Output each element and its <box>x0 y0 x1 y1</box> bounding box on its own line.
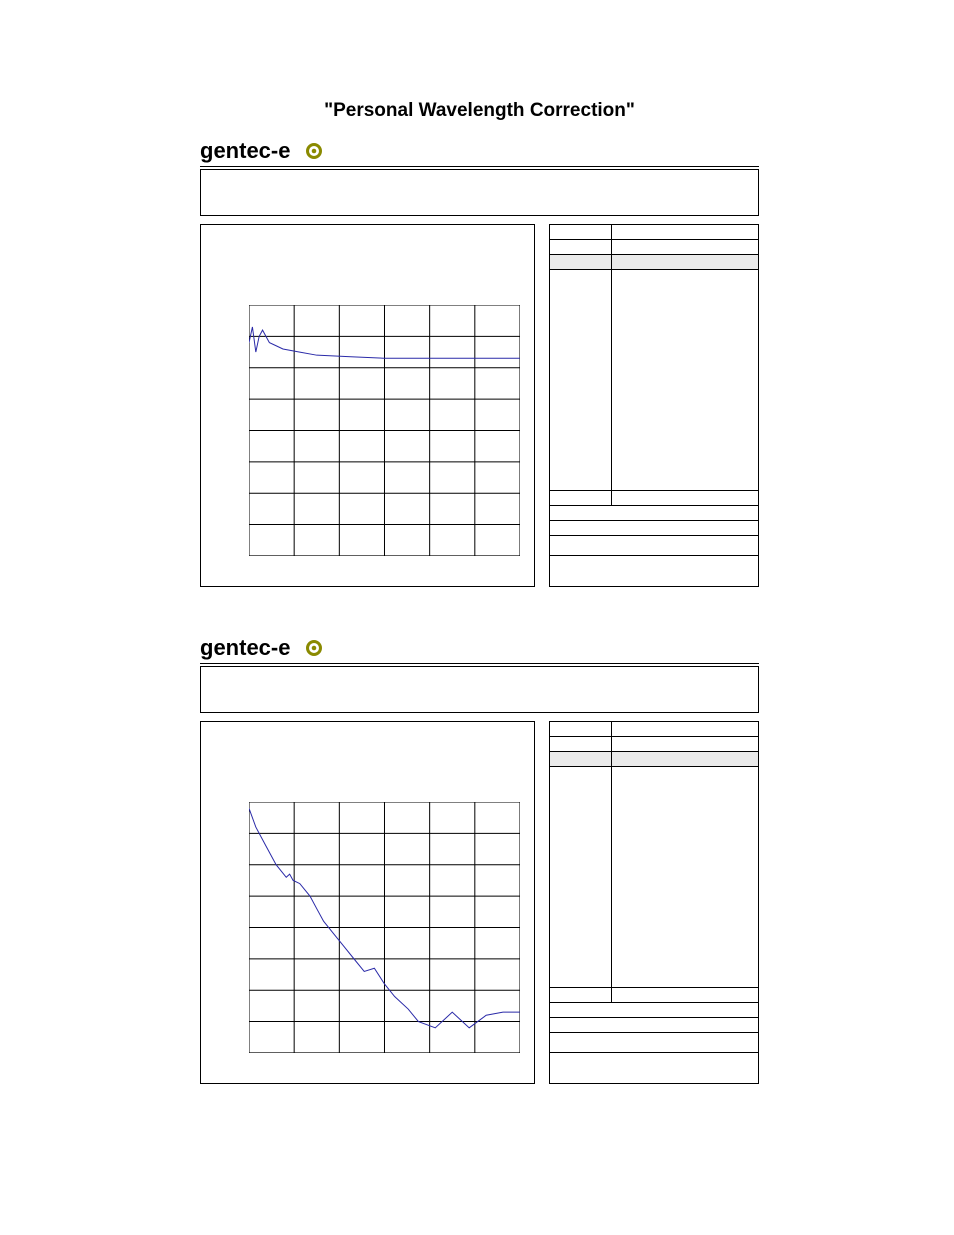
chart-b-curve <box>249 802 520 1053</box>
value-model <box>612 225 758 239</box>
address <box>550 1053 758 1083</box>
value-date <box>612 255 758 269</box>
brand-logo: gentec-e <box>200 635 360 661</box>
value-spare <box>612 988 758 1002</box>
cert-title-box <box>200 666 759 713</box>
verified-by <box>550 1018 758 1033</box>
svg-text:gentec-e: gentec-e <box>200 635 290 660</box>
divider <box>200 166 759 167</box>
label-model <box>550 225 612 239</box>
brand-logo: gentec-e <box>200 138 360 164</box>
nist-note <box>550 536 758 556</box>
label-spare <box>550 988 612 1002</box>
chart-b-title <box>201 722 534 727</box>
calibrated-by <box>550 1003 758 1018</box>
info-box-a <box>549 224 759 587</box>
value-spare <box>612 491 758 505</box>
value-serial <box>612 240 758 254</box>
address <box>550 556 758 586</box>
label-spare <box>550 491 612 505</box>
value-serial <box>612 737 758 751</box>
label-serial <box>550 240 612 254</box>
cert-title-box <box>200 169 759 216</box>
chart-a-box <box>200 224 535 587</box>
svg-text:gentec-e: gentec-e <box>200 138 290 163</box>
certificate-a: gentec-e <box>200 130 759 587</box>
value-model <box>612 722 758 736</box>
page-title: "Personal Wavelength Correction" <box>200 100 759 122</box>
certificate-b: gentec-e <box>200 627 759 1084</box>
verified-by <box>550 521 758 536</box>
nist-note <box>550 1033 758 1053</box>
chart-b-area <box>249 802 520 1053</box>
chart-a-title <box>201 225 534 230</box>
chart-a-curve <box>249 305 520 556</box>
info-box-b <box>549 721 759 1084</box>
calibrated-by <box>550 506 758 521</box>
label-model <box>550 722 612 736</box>
label-date <box>550 255 612 269</box>
label-date <box>550 752 612 766</box>
label-serial <box>550 737 612 751</box>
chart-a-area <box>249 305 520 556</box>
divider <box>200 663 759 664</box>
value-date <box>612 752 758 766</box>
chart-b-box <box>200 721 535 1084</box>
